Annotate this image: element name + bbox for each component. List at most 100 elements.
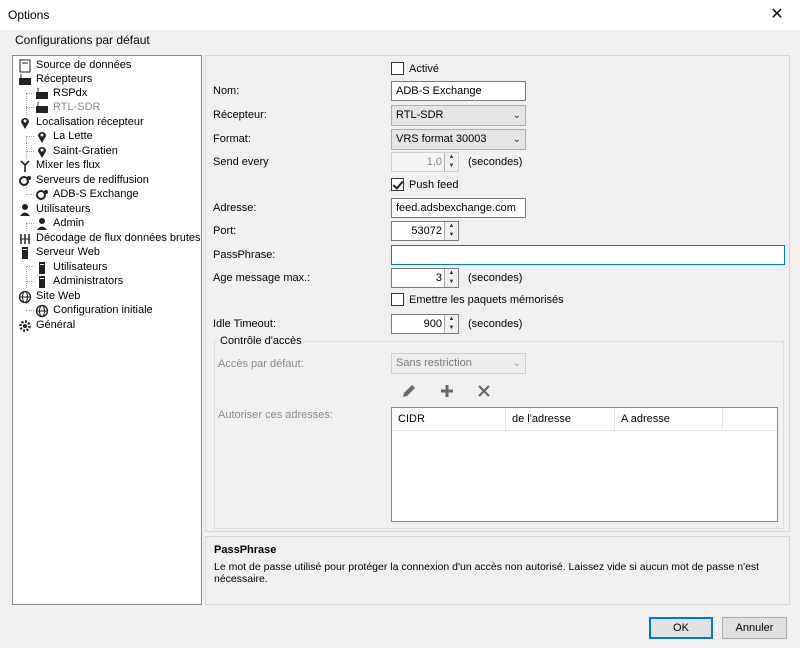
window-title: Options (8, 8, 50, 22)
seconds-label: (secondes) (468, 272, 523, 284)
tree-item-serveurs-rediffusion[interactable]: Serveurs de rediffusion (18, 173, 149, 188)
stepper-buttons[interactable]: ▲ ▼ (444, 222, 458, 240)
tree-connector (26, 281, 34, 282)
address-grid[interactable]: CIDR de l'adresse A adresse (391, 407, 778, 522)
tree-connector (26, 266, 34, 267)
up-arrow-icon[interactable]: ▲ (445, 222, 458, 231)
tree-connector (26, 93, 27, 115)
active-checkbox[interactable]: Activé (391, 62, 439, 75)
default-access-select[interactable]: Sans restriction ⌄ (391, 353, 526, 374)
port-stepper[interactable]: 53072 ▲ ▼ (391, 221, 459, 241)
receiver-select[interactable]: RTL-SDR ⌄ (391, 105, 526, 126)
gear-icon (18, 319, 32, 333)
tree-item-label: Localisation récepteur (36, 116, 144, 128)
format-label: Format: (213, 133, 251, 145)
idle-stepper[interactable]: 900 ▲ ▼ (391, 314, 459, 334)
edit-icon[interactable] (400, 382, 418, 400)
tree-item-rspdx[interactable]: RSPdx (35, 86, 87, 101)
user-icon (35, 217, 49, 231)
active-label: Activé (409, 62, 439, 75)
tree-item-label: Décodage de flux données brutes (36, 232, 201, 244)
format-select[interactable]: VRS format 30003 ⌄ (391, 129, 526, 150)
tree-item-label: Saint-Gratien (53, 145, 118, 157)
tree-item-adbs-exchange[interactable]: ADB-S Exchange (35, 187, 139, 202)
column-header-to[interactable]: A adresse (615, 408, 723, 431)
tree-item-label: ADB-S Exchange (53, 188, 139, 200)
age-stepper[interactable]: 3 ▲ ▼ (391, 268, 459, 288)
tree-item-la-lette[interactable]: La Lette (35, 129, 93, 144)
delete-icon[interactable] (475, 382, 493, 400)
cancel-button[interactable]: Annuler (722, 617, 787, 639)
push-feed-checkbox-box[interactable] (391, 178, 404, 191)
tree-item-admin[interactable]: Admin (35, 216, 84, 231)
settings-panel: Activé Nom: ADB-S Exchange Récepteur: RT… (205, 55, 790, 532)
tree-item-utilisateurs[interactable]: Utilisateurs (18, 202, 90, 217)
seconds-label: (secondes) (468, 156, 523, 168)
tree-item-source-donnees[interactable]: Source de données (18, 58, 131, 73)
globe-icon (35, 304, 49, 318)
tree-item-rtl-sdr[interactable]: RTL-SDR (35, 100, 100, 115)
tree-item-recepteurs[interactable]: Récepteurs (18, 72, 92, 87)
column-header-cidr[interactable]: CIDR (392, 408, 506, 431)
stepper-buttons[interactable]: ▲ ▼ (444, 315, 458, 333)
idle-value: 900 (423, 318, 442, 330)
tree-item-decodage[interactable]: Décodage de flux données brutes (18, 231, 201, 246)
emit-checkbox[interactable]: Emettre les paquets mémorisés (391, 293, 564, 306)
push-feed-label: Push feed (409, 178, 459, 191)
active-checkbox-box[interactable] (391, 62, 404, 75)
send-every-stepper[interactable]: 1,0 ▲ ▼ (391, 152, 459, 172)
tree-item-label: La Lette (53, 130, 93, 142)
column-header-empty (723, 408, 777, 431)
up-arrow-icon[interactable]: ▲ (445, 269, 458, 278)
up-arrow-icon[interactable]: ▲ (445, 315, 458, 324)
tree-item-label: Serveur Web (36, 246, 100, 258)
column-header-from[interactable]: de l'adresse (506, 408, 615, 431)
stepper-buttons[interactable]: ▲ ▼ (444, 153, 458, 171)
age-label: Age message max.: (213, 272, 311, 284)
help-title: PassPhrase (214, 544, 277, 556)
add-icon[interactable] (438, 382, 456, 400)
down-arrow-icon[interactable]: ▼ (445, 278, 458, 287)
seconds-label: (secondes) (468, 318, 523, 330)
server-icon (18, 246, 32, 260)
tree-item-label: Administrators (53, 275, 124, 287)
name-label: Nom: (213, 85, 240, 97)
tree-item-web-utilisateurs[interactable]: Utilisateurs (35, 260, 107, 275)
decode-icon (18, 232, 32, 246)
tree-item-label: Général (36, 319, 76, 331)
tree-item-mixer[interactable]: Mixer les flux (18, 158, 100, 173)
tree-connector (26, 151, 34, 152)
push-feed-checkbox[interactable]: Push feed (391, 178, 459, 191)
tree-item-label: Serveurs de rediffusion (36, 174, 149, 186)
pin-icon (35, 145, 49, 159)
tree-item-localisation[interactable]: Localisation récepteur (18, 115, 144, 130)
close-icon[interactable]: ✕ (754, 0, 800, 30)
ok-button[interactable]: OK (649, 617, 713, 639)
tree-item-label: Configuration initiale (53, 304, 153, 316)
tree-connector (26, 310, 34, 311)
down-arrow-icon[interactable]: ▼ (445, 162, 458, 171)
tree-item-administrators[interactable]: Administrators (35, 274, 123, 289)
down-arrow-icon[interactable]: ▼ (445, 231, 458, 240)
address-field[interactable]: feed.adsbexchange.com (391, 198, 526, 218)
server-icon (35, 261, 49, 275)
passphrase-field[interactable] (391, 245, 785, 265)
stepper-buttons[interactable]: ▲ ▼ (444, 269, 458, 287)
settings-tree[interactable]: Source de données Récepteurs RSPdx RTL-S… (12, 55, 202, 605)
tree-item-saint-gratien[interactable]: Saint-Gratien (35, 144, 118, 159)
chevron-down-icon: ⌄ (512, 134, 521, 145)
tree-item-general[interactable]: Général (18, 318, 75, 333)
tree-connector (26, 107, 34, 108)
up-arrow-icon[interactable]: ▲ (445, 153, 458, 162)
tree-connector (26, 266, 27, 288)
name-field[interactable]: ADB-S Exchange (391, 81, 526, 101)
tree-item-label: Récepteurs (36, 73, 93, 85)
tree-item-site-web[interactable]: Site Web (18, 289, 80, 304)
down-arrow-icon[interactable]: ▼ (445, 324, 458, 333)
tree-item-serveur-web[interactable]: Serveur Web (18, 245, 100, 260)
tree-item-configuration-initiale[interactable]: Configuration initiale (35, 303, 153, 318)
allow-addresses-label: Autoriser ces adresses: (218, 409, 333, 421)
receiver-value: RTL-SDR (396, 109, 444, 121)
emit-checkbox-box[interactable] (391, 293, 404, 306)
tree-item-label: Source de données (36, 59, 132, 71)
